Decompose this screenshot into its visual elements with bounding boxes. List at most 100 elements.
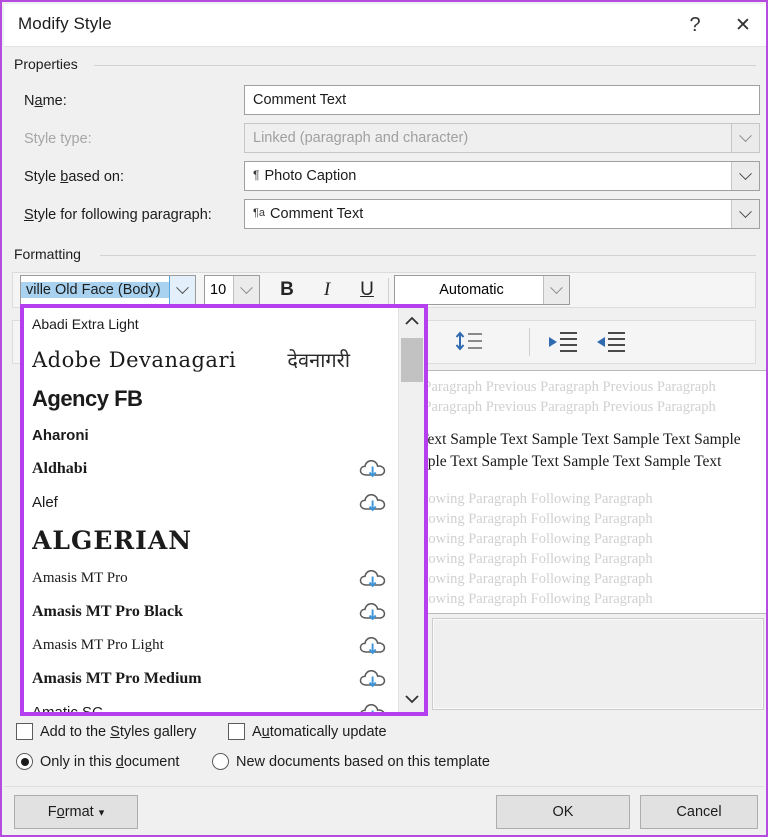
paragraph-mark-icon: ¶ <box>253 168 260 182</box>
new-documents-radio[interactable]: New documents based on this template <box>212 753 490 770</box>
chevron-down-icon[interactable] <box>233 276 259 304</box>
cloud-download-icon[interactable] <box>356 568 390 590</box>
font-list-item[interactable]: Amasis MT Pro Black <box>24 595 398 629</box>
add-to-styles-gallery-label: Add to the Styles gallery <box>40 723 197 740</box>
font-list-item[interactable]: Amasis MT Pro Light <box>24 629 398 662</box>
cancel-button-label: Cancel <box>676 804 722 820</box>
style-based-on-dropdown[interactable]: ¶ Photo Caption <box>244 161 760 191</box>
underline-button[interactable]: U <box>347 274 387 306</box>
properties-rule <box>94 65 756 66</box>
name-label: Name: <box>24 93 67 109</box>
font-list-scrollbar[interactable] <box>398 308 424 712</box>
font-size-value: 10 <box>210 282 227 298</box>
cancel-button[interactable]: Cancel <box>640 795 758 829</box>
style-type-value: Linked (paragraph and character) <box>253 130 469 146</box>
increase-indent-icon[interactable] <box>596 330 626 354</box>
style-type-label: Style type: <box>24 131 92 147</box>
preview-following-line: Following Paragraph Following Paragraph <box>405 591 653 607</box>
preview-following-line: Following Paragraph Following Paragraph <box>405 609 765 613</box>
font-list-item-name: Amatic SC <box>32 704 356 712</box>
checkbox-box[interactable] <box>16 723 33 740</box>
font-list-item-name: Aharoni <box>32 427 89 444</box>
preview-following-paragraphs: Following Paragraph Following Paragraph F… <box>405 489 765 613</box>
font-list-item-native-sample: देवनागरी <box>287 348 350 372</box>
style-following-paragraph-dropdown[interactable]: ¶a Comment Text <box>244 199 760 229</box>
radio-dot[interactable] <box>212 753 229 770</box>
preview-following-line: Following Paragraph Following Paragraph <box>405 491 653 507</box>
scrollbar-thumb[interactable] <box>401 338 423 382</box>
style-based-on-value: Photo Caption <box>264 168 357 184</box>
font-list-item-name: ALGERIAN <box>32 526 193 555</box>
paragraph-char-mark-icon: ¶a <box>253 206 266 219</box>
font-list-item[interactable]: Adobe Devanagari देवनागरी <box>24 340 398 379</box>
font-list-item-name: Amasis MT Pro Light <box>32 637 164 653</box>
style-name-input[interactable]: Comment Text <box>244 85 760 115</box>
preview-following-line: Following Paragraph Following Paragraph <box>405 551 653 567</box>
preview-previous-paragraph: Previous Paragraph Previous Paragraph Pr… <box>396 379 716 415</box>
chevron-down-icon[interactable] <box>169 276 195 304</box>
format-button[interactable]: Format ▾ <box>14 795 138 829</box>
font-list-item[interactable]: ALGERIAN <box>24 519 398 562</box>
radio-dot[interactable] <box>16 753 33 770</box>
add-to-styles-gallery-checkbox[interactable]: Add to the Styles gallery <box>16 723 196 740</box>
cloud-download-icon[interactable] <box>356 458 390 480</box>
style-following-paragraph-label: Style for following paragraph: <box>24 207 212 223</box>
scroll-up-icon[interactable] <box>399 308 424 334</box>
checkbox-box[interactable] <box>228 723 245 740</box>
cloud-download-icon[interactable] <box>356 668 390 690</box>
preview-following-line: Following Paragraph Following Paragraph <box>405 531 653 547</box>
font-list-item[interactable]: Abadi Extra Light <box>24 308 398 340</box>
preview-following-line: Following Paragraph Following Paragraph <box>405 571 653 587</box>
preview-following-line: Following Paragraph Following Paragraph <box>405 511 653 527</box>
cloud-download-icon[interactable] <box>356 492 390 514</box>
font-list-item[interactable]: Amasis MT Pro Medium <box>24 662 398 696</box>
only-this-document-radio[interactable]: Only in this document <box>16 753 179 770</box>
footer-divider <box>4 786 764 787</box>
cloud-download-icon[interactable] <box>356 635 390 657</box>
font-list-item[interactable]: Aharoni <box>24 419 398 452</box>
preview-sample-text: Sample Text Sample Text Sample Text Samp… <box>396 431 741 470</box>
style-preview-pane: Previous Paragraph Previous Paragraph Pr… <box>396 370 766 614</box>
caret-down-icon: ▾ <box>98 806 105 819</box>
chevron-down-icon[interactable] <box>543 276 569 304</box>
font-list-item[interactable]: Agency FB <box>24 379 398 419</box>
font-list-items[interactable]: Abadi Extra Light Adobe Devanagari देवनागर… <box>24 308 398 712</box>
font-list-item-name: Alef <box>32 494 58 511</box>
font-size-combo[interactable]: 10 <box>204 275 260 305</box>
cloud-download-icon[interactable] <box>356 702 390 712</box>
font-name-combo[interactable]: ville Old Face (Body) <box>20 275 196 305</box>
close-icon[interactable]: ✕ <box>720 4 766 47</box>
formatting-rule <box>100 255 756 256</box>
line-spacing-icon[interactable] <box>454 330 484 354</box>
properties-section-label: Properties <box>14 56 85 72</box>
help-icon[interactable]: ? <box>672 4 718 47</box>
style-name-value: Comment Text <box>253 92 347 108</box>
font-color-combo[interactable]: Automatic <box>394 275 570 305</box>
only-this-document-label: Only in this document <box>40 753 180 770</box>
font-list-item-name: Abadi Extra Light <box>32 316 139 332</box>
page-title: Modify Style <box>18 14 112 33</box>
italic-button[interactable]: I <box>307 274 347 306</box>
font-list-item-name: Amasis MT Pro Black <box>32 603 183 620</box>
chevron-down-icon[interactable] <box>731 162 759 190</box>
font-list-item-name: Aldhabi <box>32 460 88 477</box>
font-list-item[interactable]: Alef <box>24 486 398 519</box>
font-list-item-name: Agency FB <box>32 386 143 411</box>
cloud-download-icon[interactable] <box>356 601 390 623</box>
style-type-dropdown: Linked (paragraph and character) <box>244 123 760 153</box>
font-color-value: Automatic <box>439 282 504 298</box>
chevron-down-icon[interactable] <box>731 200 759 228</box>
font-list-item[interactable]: Amasis MT Pro <box>24 562 398 595</box>
font-list-item-name: Amasis MT Pro Medium <box>32 670 202 687</box>
style-following-paragraph-value: Comment Text <box>270 206 364 222</box>
automatically-update-checkbox[interactable]: Automatically update <box>228 723 387 740</box>
scroll-down-icon[interactable] <box>399 686 424 712</box>
font-list-item[interactable]: Aldhabi <box>24 452 398 486</box>
ok-button[interactable]: OK <box>496 795 630 829</box>
ok-button-label: OK <box>552 804 574 820</box>
decrease-indent-icon[interactable] <box>548 330 578 354</box>
toolbar-divider <box>529 328 530 356</box>
font-name-dropdown-list[interactable]: Abadi Extra Light Adobe Devanagari देवनागर… <box>20 304 428 716</box>
font-list-item[interactable]: Amatic SC <box>24 696 398 712</box>
bold-button[interactable]: B <box>267 274 307 306</box>
